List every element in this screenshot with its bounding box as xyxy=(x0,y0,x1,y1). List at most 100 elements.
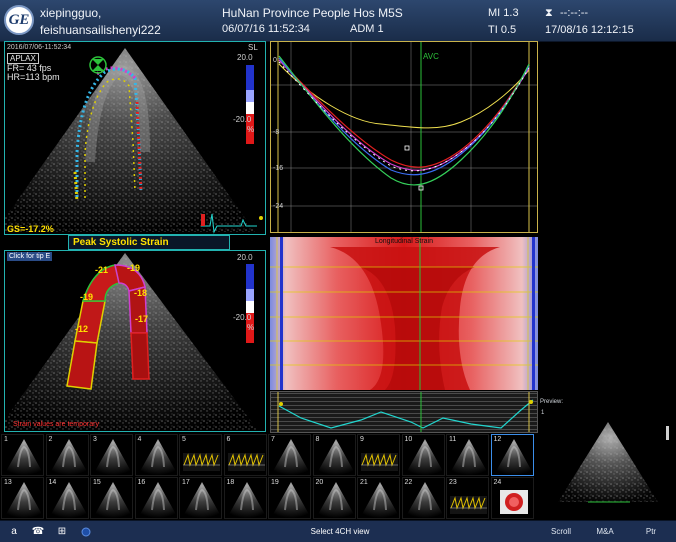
preview-image xyxy=(558,422,669,503)
thumbnail-12[interactable]: 12 xyxy=(490,434,534,476)
segment-value: -18 xyxy=(134,288,148,298)
thumbnail-strip: 1 2 3 4 5 6 7 8 9 10 11 12 13 14 15 16 17 18 19 20 21 22 23 24 xyxy=(0,434,536,520)
doppler-thumbnail-image xyxy=(183,453,220,471)
keyboard-icon[interactable]: a xyxy=(6,525,22,539)
thumbnail-23[interactable]: 23 xyxy=(446,477,489,519)
scroll-button[interactable]: Scroll xyxy=(540,523,582,541)
peak-systolic-strain-label: Peak Systolic Strain xyxy=(68,235,230,250)
thumbnail-16[interactable]: 16 xyxy=(134,477,178,519)
strain-curve-graph[interactable]: AVC 0 -8 -16 -24 xyxy=(270,41,538,233)
temporary-values-warning: Strain values are temporary xyxy=(13,421,99,428)
apical-lax-image-panel[interactable]: 2016/07/06-11:52:34 APLAX FR= 43 fps HR=… xyxy=(4,41,266,235)
thumbnail-number: 9 xyxy=(360,436,364,443)
record-icon[interactable] xyxy=(78,525,94,539)
hospital-name: HuNan Province People Hos M5S xyxy=(222,6,403,20)
avc-marker-label: AVC xyxy=(423,52,439,61)
thumbnail-17[interactable]: 17 xyxy=(179,477,222,519)
thumbnail-19[interactable]: 19 xyxy=(268,477,311,519)
thumbnail-18[interactable]: 18 xyxy=(223,477,267,519)
strain-map-title: Longitudinal Strain xyxy=(375,238,433,245)
scale-min: -20.0 xyxy=(233,313,252,322)
hourglass-icon: ⧗ xyxy=(545,7,553,19)
header-bar: GE xiepingguo, feishuansailishenyi222 Hu… xyxy=(0,0,676,42)
segment-value: -19 xyxy=(127,263,141,273)
thumbnail-number: 4 xyxy=(137,436,142,443)
thumbnail-number: 13 xyxy=(4,479,12,486)
segment-value: -12 xyxy=(75,324,89,334)
adm-label: ADM 1 xyxy=(350,23,384,35)
thumbnail-5[interactable]: 5 xyxy=(179,434,222,476)
thumbnail-number: 10 xyxy=(404,436,413,443)
scale-unit: SL xyxy=(248,43,258,52)
thumbnail-number: 17 xyxy=(182,479,190,486)
thumbnail-number: 22 xyxy=(404,479,413,486)
strain-segment-panel[interactable]: Click for tip E 20.0 -20.0 % -12 -19 -21… xyxy=(4,250,266,432)
thumbnail-13[interactable]: 13 xyxy=(1,477,44,519)
ti-readout: TI 0.5 xyxy=(488,24,517,36)
thumbnail-number: 11 xyxy=(449,436,457,443)
thumbnail-4[interactable]: 4 xyxy=(134,434,178,476)
thumbnail-8[interactable]: 8 xyxy=(312,434,356,476)
exam-datetime: 06/07/16 11:52:34 xyxy=(222,23,310,35)
scale-percent: % xyxy=(247,125,255,134)
thumbnail-number: 6 xyxy=(226,436,231,443)
thumbnail-3[interactable]: 3 xyxy=(90,434,133,476)
thumbnail-number: 23 xyxy=(449,479,457,486)
strain-color-map xyxy=(270,237,538,390)
measure-analyze-button[interactable]: M&A xyxy=(584,523,626,541)
echo-thumbnail-image xyxy=(315,439,355,475)
ecg-trace xyxy=(271,392,537,432)
thumbnail-2[interactable]: 2 xyxy=(45,434,89,476)
echo-thumbnail-image xyxy=(93,439,132,475)
thumbnail-21[interactable]: 21 xyxy=(357,477,400,519)
thumbnail-number: 1 xyxy=(4,436,8,443)
thumbnail-24[interactable]: 24 xyxy=(490,477,534,519)
thumbnail-number: 8 xyxy=(315,436,320,443)
ge-logo: GE xyxy=(4,5,34,35)
phone-icon[interactable]: ☎ xyxy=(30,525,46,539)
thumbnail-number: 16 xyxy=(137,479,146,486)
thumbnail-number: 18 xyxy=(226,479,235,486)
y-tick: -16 xyxy=(273,165,284,172)
mi-readout: MI 1.3 xyxy=(488,7,519,19)
strain-curve-plot xyxy=(271,42,537,232)
scale-percent: % xyxy=(247,323,255,332)
thumbnail-number: 21 xyxy=(360,479,368,486)
y-tick: -24 xyxy=(273,203,284,210)
network-icon[interactable]: ⊞ xyxy=(54,525,70,539)
longitudinal-strain-map[interactable]: Longitudinal Strain xyxy=(270,237,538,390)
thumbnail-20[interactable]: 20 xyxy=(312,477,356,519)
thumbnail-number: 12 xyxy=(493,436,502,443)
thumbnail-6[interactable]: 6 xyxy=(223,434,267,476)
thumbnail-number: 3 xyxy=(93,436,97,443)
thumbnail-15[interactable]: 15 xyxy=(90,477,133,519)
doppler-thumbnail-image xyxy=(361,453,398,471)
thumbnail-number: 15 xyxy=(93,479,101,486)
thumbnail-number: 2 xyxy=(48,436,53,443)
echo-thumbnail-image xyxy=(48,439,88,475)
thumbnail-14[interactable]: 14 xyxy=(45,477,89,519)
system-datetime: 17/08/16 12:12:15 xyxy=(545,24,634,36)
pointer-button[interactable]: Ptr xyxy=(630,523,672,541)
thumbnail-7[interactable]: 7 xyxy=(268,434,311,476)
thumbnail-10[interactable]: 10 xyxy=(401,434,445,476)
scale-max: 20.0 xyxy=(237,253,253,262)
status-bar: a ☎ ⊞ Select 4CH view Scroll M&A Ptr xyxy=(0,520,676,542)
thumbnail-22[interactable]: 22 xyxy=(401,477,445,519)
thumbnail-number: 19 xyxy=(271,479,279,486)
y-tick: 0 xyxy=(273,57,277,64)
preview-panel[interactable]: Preview: 1 xyxy=(538,398,676,520)
thumbnail-9[interactable]: 9 xyxy=(357,434,400,476)
y-tick: -8 xyxy=(273,129,280,136)
heart-rate: HR=113 bpm xyxy=(7,72,60,82)
ecg-mmode-strip[interactable] xyxy=(270,391,538,433)
image-timestamp: 2016/07/06-11:52:34 xyxy=(7,44,72,51)
thumbnail-number: 20 xyxy=(315,479,324,486)
click-for-tip-button[interactable]: Click for tip E xyxy=(7,252,53,261)
thumbnail-number: 7 xyxy=(271,436,275,443)
thumbnail-1[interactable]: 1 xyxy=(1,434,44,476)
thumbnail-number: 24 xyxy=(493,479,502,486)
thumbnail-number: 5 xyxy=(182,436,186,443)
thumbnail-11[interactable]: 11 xyxy=(446,434,489,476)
segmental-strain-image xyxy=(5,253,259,431)
